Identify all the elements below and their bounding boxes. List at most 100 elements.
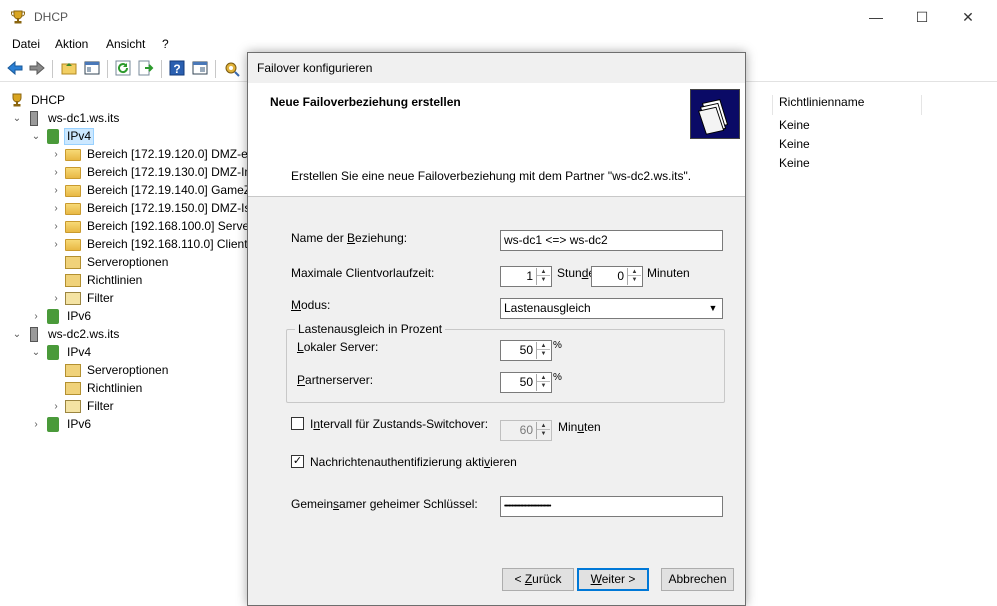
tree-item-ipv6-dc2[interactable]: › IPv6 — [30, 415, 94, 433]
relationship-name-input[interactable]: ws-dc1 <=> ws-dc2 — [500, 230, 723, 251]
chevron-right-icon[interactable]: › — [50, 293, 62, 304]
tree-item-policies[interactable]: Richtlinien — [65, 379, 145, 397]
spinner-arrows: ▲ ▼ — [536, 268, 550, 285]
minimize-button[interactable]: — — [853, 0, 899, 34]
back-button[interactable]: < Zurück — [502, 568, 574, 591]
folder-icon — [65, 221, 81, 233]
tree-item-scope[interactable]: › Bereich [172.19.150.0] DMZ-Iso — [50, 199, 260, 217]
back-arrow-icon[interactable] — [6, 59, 24, 77]
chevron-right-icon[interactable]: › — [50, 149, 62, 160]
mode-dropdown[interactable]: Lastenausgleich ▼ — [500, 298, 723, 319]
chevron-down-icon[interactable]: ⌄ — [11, 113, 23, 124]
shared-secret-input[interactable]: •••••••••••••••••••••••••••••••• — [500, 496, 723, 517]
menu-help[interactable]: ? — [162, 37, 169, 51]
chevron-down-icon[interactable]: ▼ — [705, 300, 721, 317]
tree-label: Bereich [192.168.110.0] Clients — [87, 236, 254, 251]
tree-item-scope[interactable]: › Bereich [172.19.140.0] GameZo — [50, 181, 261, 199]
local-server-label: Lokaler Server: — [297, 340, 379, 354]
refresh-icon[interactable] — [114, 59, 132, 77]
list-item[interactable]: Keine — [779, 118, 810, 132]
tree-item-filter[interactable]: › Filter — [50, 289, 117, 307]
tree-label: Richtlinien — [87, 380, 143, 395]
maximize-button[interactable]: ☐ — [899, 0, 945, 34]
mode-value: Lastenausgleich — [504, 301, 591, 315]
tree-item-ipv4-dc1[interactable]: ⌄ IPv4 — [30, 127, 95, 145]
filter-icon — [65, 399, 81, 413]
percent-sign: % — [553, 372, 562, 383]
spin-down-icon[interactable]: ▼ — [537, 276, 550, 284]
spin-up-icon[interactable]: ▲ — [628, 268, 641, 276]
chevron-right-icon[interactable]: › — [50, 401, 62, 412]
menu-file[interactable]: Datei — [12, 37, 40, 51]
spin-down-icon[interactable]: ▼ — [537, 430, 550, 438]
list-item[interactable]: Keine — [779, 156, 810, 170]
chevron-right-icon[interactable]: › — [50, 203, 62, 214]
tree-item-ipv6-dc1[interactable]: › IPv6 — [30, 307, 94, 325]
dialog-heading: Neue Failoverbeziehung erstellen — [270, 95, 461, 109]
help-icon[interactable]: ? — [168, 59, 186, 77]
spin-up-icon[interactable]: ▲ — [537, 374, 550, 382]
chevron-right-icon[interactable]: › — [50, 167, 62, 178]
tree-label: DHCP — [31, 92, 66, 107]
partner-server-percent-spinner[interactable]: 50 ▲ ▼ — [500, 372, 552, 393]
column-header-policy-name[interactable]: Richtlinienname — [772, 95, 922, 115]
switchover-interval-spinner[interactable]: 60 ▲ ▼ — [500, 420, 552, 441]
folder-icon — [65, 149, 81, 161]
local-server-percent-spinner[interactable]: 50 ▲ ▼ — [500, 340, 552, 361]
chevron-right-icon[interactable]: › — [50, 221, 62, 232]
tree-item-scope[interactable]: › Bereich [172.19.120.0] DMZ-ex — [50, 145, 257, 163]
dialog-title: Failover konfigurieren — [257, 61, 373, 75]
forward-arrow-icon[interactable] — [28, 59, 46, 77]
tree-item-server-dc2[interactable]: ⌄ ws-dc2.ws.its — [11, 325, 122, 343]
spin-up-icon[interactable]: ▲ — [537, 422, 550, 430]
folder-up-icon[interactable] — [60, 59, 78, 77]
toolbar-separator — [52, 60, 53, 78]
spinner-arrows: ▲ ▼ — [536, 374, 550, 391]
spin-down-icon[interactable]: ▼ — [628, 276, 641, 284]
chevron-right-icon[interactable]: › — [50, 239, 62, 250]
menu-view[interactable]: Ansicht — [106, 37, 145, 51]
chevron-right-icon[interactable]: › — [30, 311, 42, 322]
mclt-hours-spinner[interactable]: 1 ▲ ▼ — [500, 266, 552, 287]
spin-down-icon[interactable]: ▼ — [537, 350, 550, 358]
chevron-right-icon[interactable]: › — [30, 419, 42, 430]
list-item[interactable]: Keine — [779, 137, 810, 151]
tree-item-scope[interactable]: › Bereich [192.168.100.0] Server- — [50, 217, 260, 235]
cancel-button[interactable]: Abbrechen — [661, 568, 734, 591]
tree-item-policies[interactable]: Richtlinien — [65, 271, 145, 289]
folder-icon — [65, 185, 81, 197]
tree-item-filter[interactable]: › Filter — [50, 397, 117, 415]
mclt-minutes-unit: Minuten — [647, 266, 690, 280]
wizard-folders-icon — [690, 89, 740, 139]
spin-down-icon[interactable]: ▼ — [537, 382, 550, 390]
tree-item-scope[interactable]: › Bereich [172.19.130.0] DMZ-Int — [50, 163, 257, 181]
close-button[interactable]: ✕ — [945, 0, 991, 34]
tree-item-scope[interactable]: › Bereich [192.168.110.0] Clients — [50, 235, 257, 253]
tree-item-server-options[interactable]: Serveroptionen — [65, 253, 171, 271]
spin-up-icon[interactable]: ▲ — [537, 342, 550, 350]
chevron-right-icon[interactable]: › — [50, 185, 62, 196]
menu-action[interactable]: Aktion — [55, 37, 88, 51]
menu-bar: Datei Aktion Ansicht ? — [0, 34, 997, 54]
server-options-icon — [65, 255, 81, 269]
settings-icon[interactable] — [222, 59, 240, 77]
chevron-down-icon[interactable]: ⌄ — [30, 347, 42, 358]
next-button[interactable]: Weiter > — [577, 568, 649, 591]
tree-item-ipv4-dc2[interactable]: ⌄ IPv4 — [30, 343, 94, 361]
tree-label: Richtlinien — [87, 272, 143, 287]
message-auth-checkbox[interactable]: ✓ — [291, 455, 304, 468]
load-balance-group-title: Lastenausgleich in Prozent — [295, 322, 446, 336]
export-icon[interactable] — [137, 59, 155, 77]
toolbar-separator — [161, 60, 162, 78]
mclt-hours-unit: Stunde — [557, 266, 595, 280]
console-tree-icon[interactable] — [83, 59, 101, 77]
tree-root-dhcp[interactable]: DHCP — [9, 91, 68, 109]
mclt-minutes-spinner[interactable]: 0 ▲ ▼ — [591, 266, 643, 287]
spin-up-icon[interactable]: ▲ — [537, 268, 550, 276]
chevron-down-icon[interactable]: ⌄ — [30, 131, 42, 142]
chevron-down-icon[interactable]: ⌄ — [11, 329, 23, 340]
tree-item-server-dc1[interactable]: ⌄ ws-dc1.ws.its — [11, 109, 122, 127]
switchover-checkbox[interactable] — [291, 417, 304, 430]
tree-item-server-options[interactable]: Serveroptionen — [65, 361, 171, 379]
properties-icon[interactable] — [191, 59, 209, 77]
